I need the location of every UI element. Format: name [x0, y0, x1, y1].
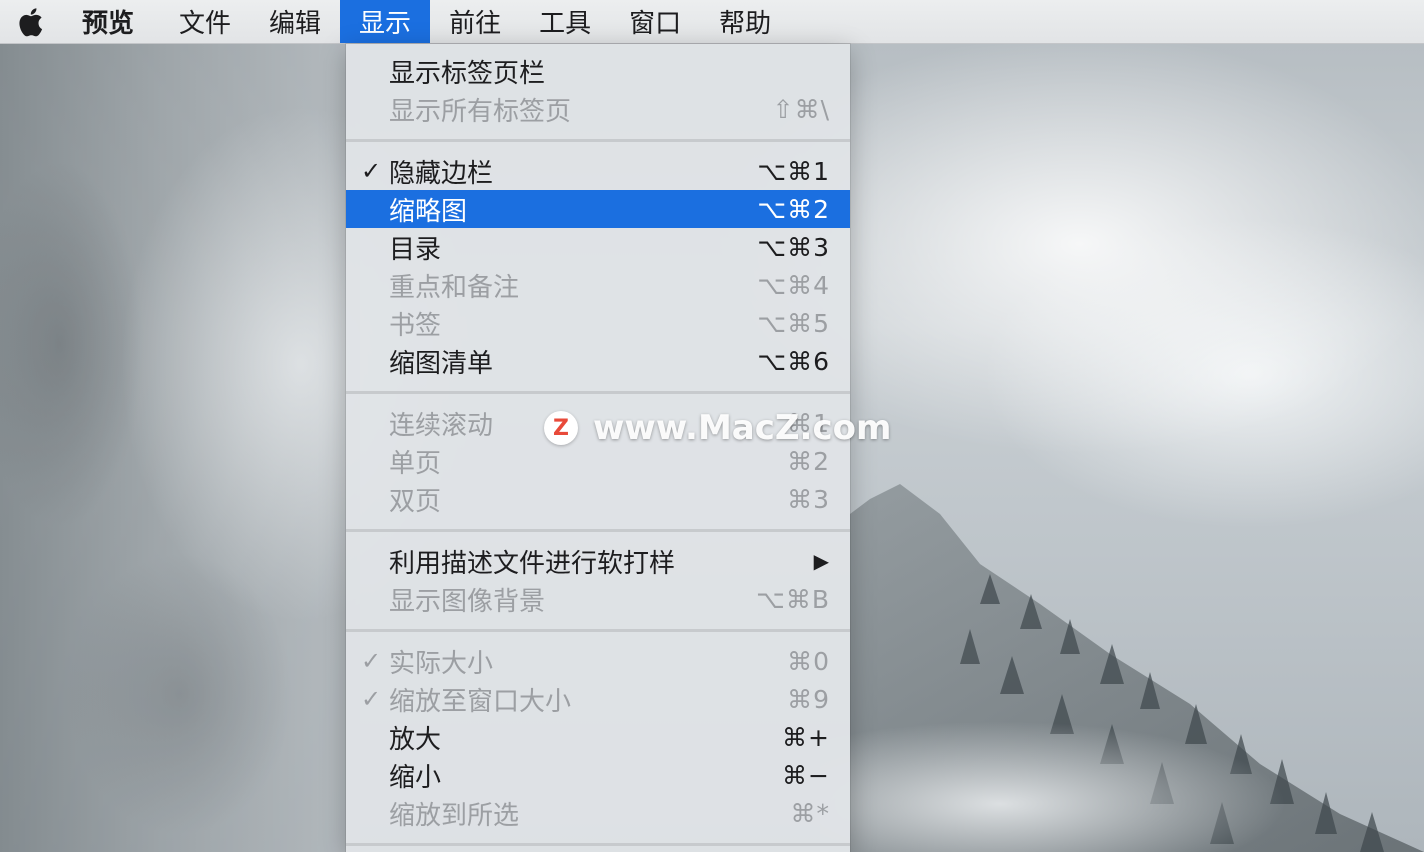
menubar-window[interactable]: 窗口 — [610, 0, 700, 43]
menu-item-shortcut: ⌘* — [790, 798, 830, 828]
menu-separator — [346, 618, 850, 642]
menu-item-shortcut: ⌘3 — [787, 484, 830, 514]
menu-item-label: 单页 — [389, 448, 442, 479]
menu-separator — [346, 128, 850, 152]
menu-item-show-tab-bar[interactable]: 显示标签页栏 — [346, 52, 850, 90]
menu-item-label: 缩小 — [389, 762, 442, 793]
menu-item-label: 利用描述文件进行软打样 — [389, 548, 676, 579]
menubar-help[interactable]: 帮助 — [700, 0, 790, 43]
menu-item-shortcut: ⌥⌘3 — [757, 232, 830, 262]
menu-item-shortcut: ⌘− — [782, 760, 830, 790]
checkmark-icon: ✓ — [360, 157, 382, 185]
menu-item-label: 目录 — [389, 234, 442, 265]
menu-item-two-pages[interactable]: 双页 ⌘3 — [346, 480, 850, 518]
menubar-edit[interactable]: 编辑 — [250, 0, 340, 43]
menu-item-shortcut: ⌥⌘1 — [757, 156, 830, 186]
menu-item-soft-proof[interactable]: 利用描述文件进行软打样 ▶ — [346, 542, 850, 580]
menubar-go[interactable]: 前往 — [430, 0, 520, 43]
menu-item-shortcut: ⌘+ — [782, 722, 830, 752]
menu-item-zoom-in[interactable]: 放大 ⌘+ — [346, 718, 850, 756]
menu-item-label: 放大 — [389, 724, 442, 755]
menu-item-label: 显示标签页栏 — [389, 58, 546, 89]
menu-item-label: 缩图清单 — [389, 348, 494, 379]
menu-item-label: 实际大小 — [389, 648, 494, 679]
menu-item-label: 重点和备注 — [389, 272, 520, 303]
submenu-arrow-icon: ▶ — [813, 549, 830, 573]
menu-item-hide-sidebar[interactable]: ✓ 隐藏边栏 ⌥⌘1 — [346, 152, 850, 190]
menu-item-label: 连续滚动 — [389, 410, 494, 441]
menu-item-show-all-tabs[interactable]: 显示所有标签页 ⇧⌘\ — [346, 90, 850, 128]
logo-letter: Z — [553, 415, 569, 441]
macz-logo-icon: Z — [544, 411, 578, 445]
watermark-text: www.MacZ.com — [593, 408, 892, 448]
menu-item-zoom-out[interactable]: 缩小 ⌘− — [346, 756, 850, 794]
menu-item-show-image-background[interactable]: 显示图像背景 ⌥⌘B — [346, 580, 850, 618]
menu-separator — [346, 380, 850, 404]
menubar-view[interactable]: 显示 — [340, 0, 431, 43]
wallpaper-mist — [820, 684, 1424, 852]
menubar-tools[interactable]: 工具 — [520, 0, 610, 43]
menu-separator — [346, 832, 850, 852]
menu-item-shortcut: ⇧⌘\ — [772, 94, 830, 124]
menu-bar: 预览 文件 编辑 显示 前往 工具 窗口 帮助 — [0, 0, 1424, 44]
menu-item-shortcut: ⌥⌘4 — [757, 270, 830, 300]
apple-icon — [19, 7, 43, 36]
menu-item-shortcut: ⌘0 — [787, 646, 830, 676]
checkmark-icon: ✓ — [360, 685, 382, 713]
view-menu-dropdown: 显示标签页栏 显示所有标签页 ⇧⌘\ ✓ 隐藏边栏 ⌥⌘1 缩略图 ⌥⌘2 目录… — [346, 44, 850, 852]
menu-item-zoom-to-fit[interactable]: ✓ 缩放至窗口大小 ⌘9 — [346, 680, 850, 718]
menu-separator — [346, 518, 850, 542]
menu-item-bookmarks[interactable]: 书签 ⌥⌘5 — [346, 304, 850, 342]
menu-item-shortcut: ⌥⌘6 — [757, 346, 830, 376]
menu-item-thumbnails[interactable]: 缩略图 ⌥⌘2 — [346, 190, 850, 228]
menu-item-label: 缩略图 — [389, 196, 468, 227]
menu-item-label: 缩放到所选 — [389, 800, 520, 831]
menu-item-contact-sheet[interactable]: 缩图清单 ⌥⌘6 — [346, 342, 850, 380]
menu-item-label: 显示所有标签页 — [389, 96, 572, 127]
checkmark-icon: ✓ — [360, 647, 382, 675]
apple-menu[interactable] — [0, 0, 60, 43]
menu-item-label: 显示图像背景 — [389, 586, 546, 617]
menu-item-shortcut: ⌥⌘B — [756, 584, 830, 614]
menu-item-label: 缩放至窗口大小 — [389, 686, 572, 717]
menu-item-shortcut: ⌘9 — [787, 684, 830, 714]
menu-item-label: 双页 — [389, 486, 442, 517]
menu-item-actual-size[interactable]: ✓ 实际大小 ⌘0 — [346, 642, 850, 680]
menu-item-shortcut: ⌥⌘2 — [757, 194, 830, 224]
menu-item-shortcut: ⌥⌘5 — [757, 308, 830, 338]
menu-item-label: 隐藏边栏 — [389, 158, 494, 189]
menu-item-zoom-to-selection[interactable]: 缩放到所选 ⌘* — [346, 794, 850, 832]
menu-item-label: 书签 — [389, 310, 442, 341]
menu-item-table-of-contents[interactable]: 目录 ⌥⌘3 — [346, 228, 850, 266]
menu-item-highlights-notes[interactable]: 重点和备注 ⌥⌘4 — [346, 266, 850, 304]
menubar-file[interactable]: 文件 — [160, 0, 250, 43]
menu-item-shortcut: ⌘2 — [787, 446, 830, 476]
menubar-app-name[interactable]: 预览 — [60, 0, 160, 43]
watermark: Z www.MacZ.com — [544, 408, 891, 448]
